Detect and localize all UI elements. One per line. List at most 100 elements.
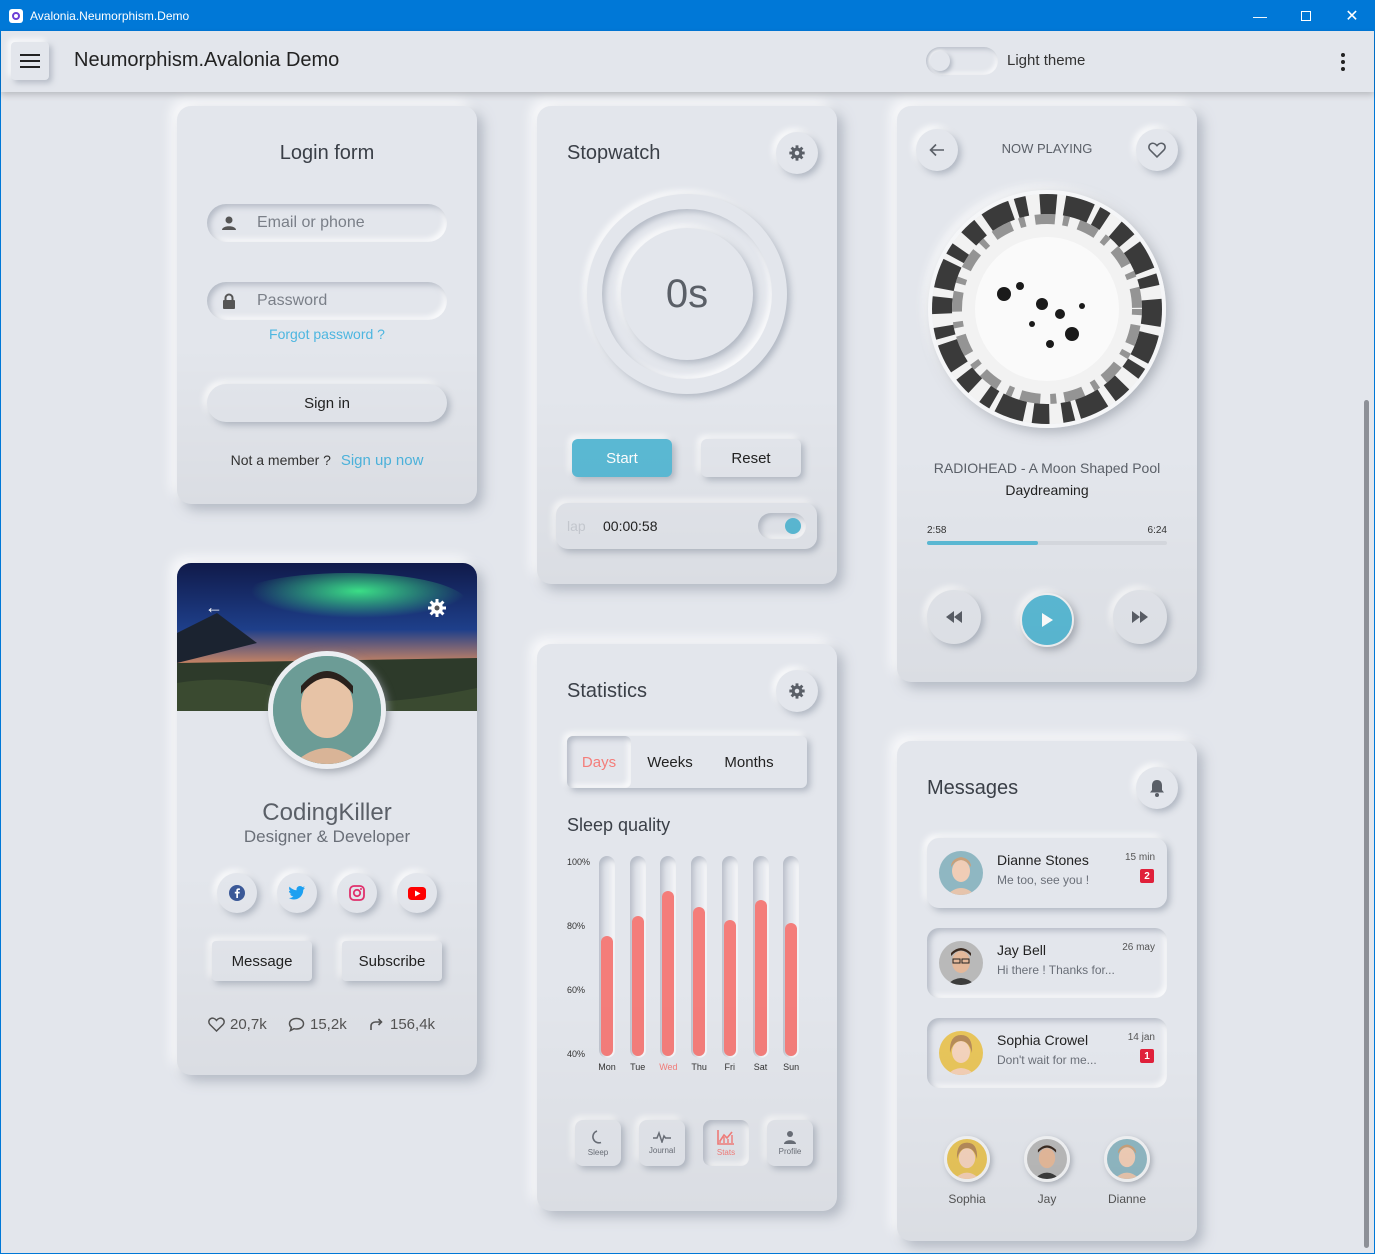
avatar xyxy=(939,941,983,985)
contact-avatar xyxy=(1024,1136,1070,1182)
avatar-photo xyxy=(273,656,381,764)
message-sender: Dianne Stones xyxy=(997,852,1089,868)
app-bar: Neumorphism.Avalonia Demo Light theme xyxy=(1,31,1374,92)
lap-toggle[interactable] xyxy=(758,513,806,539)
x-tick-label: Fri xyxy=(724,1062,736,1072)
close-button[interactable]: ✕ xyxy=(1329,0,1375,31)
bar-thu[interactable] xyxy=(693,906,706,1056)
shares-count: 156,4k xyxy=(390,1016,436,1033)
x-tick-label: Sun xyxy=(783,1062,800,1072)
signup-row: Not a member ? Sign up now xyxy=(177,452,477,469)
instagram-button[interactable] xyxy=(337,873,377,913)
nav-profile[interactable]: Profile xyxy=(767,1120,813,1166)
stopwatch-title: Stopwatch xyxy=(567,142,661,164)
sign-up-link[interactable]: Sign up now xyxy=(341,452,424,469)
stopwatch-settings-button[interactable] xyxy=(776,132,818,174)
theme-label: Light theme xyxy=(1007,52,1086,69)
bar-sat[interactable] xyxy=(754,900,767,1056)
start-button[interactable]: Start xyxy=(572,439,672,477)
login-card: Login form Email or phone Password Forgo… xyxy=(177,106,477,504)
shares-stat: 156,4k xyxy=(368,1016,435,1033)
x-tick-label: Thu xyxy=(691,1062,707,1072)
moon-icon xyxy=(592,1130,602,1144)
login-title: Login form xyxy=(279,142,375,164)
youtube-button[interactable] xyxy=(397,873,437,913)
rewind-button[interactable] xyxy=(927,590,981,644)
play-button[interactable] xyxy=(1020,593,1074,647)
message-button[interactable]: Message xyxy=(212,941,312,981)
nav-stats[interactable]: Stats xyxy=(703,1120,749,1166)
profile-card: ← CodingKiller Designer & Developer Mess… xyxy=(177,563,477,1075)
messages-title: Messages xyxy=(927,777,1019,799)
y-tick-label: 100% xyxy=(567,857,591,867)
maximize-button[interactable] xyxy=(1283,0,1329,31)
nav-sleep-label: Sleep xyxy=(587,1148,609,1157)
fast-forward-button[interactable] xyxy=(1113,590,1167,644)
nav-journal[interactable]: Journal xyxy=(639,1120,685,1166)
app-title: Neumorphism.Avalonia Demo xyxy=(74,49,340,71)
progress-fill xyxy=(927,541,1039,545)
bar-fri[interactable] xyxy=(723,919,736,1056)
hamburger-menu-button[interactable] xyxy=(11,42,49,80)
twitter-icon xyxy=(289,886,305,900)
message-time: 14 jan xyxy=(1127,1032,1155,1043)
app-icon xyxy=(9,8,23,23)
nav-profile-label: Profile xyxy=(778,1147,802,1156)
forgot-password-link[interactable]: Forgot password ? xyxy=(177,326,477,342)
bar-mon[interactable] xyxy=(601,935,613,1056)
notifications-button[interactable] xyxy=(1136,767,1178,809)
message-time: 15 min xyxy=(1124,852,1155,863)
message-item[interactable]: Jay Bell Hi there ! Thanks for... 26 may xyxy=(927,928,1167,998)
track-title: Daydreaming xyxy=(1005,482,1089,498)
password-field[interactable]: Password xyxy=(207,282,447,320)
not-member-text: Not a member ? xyxy=(230,452,331,468)
theme-toggle[interactable] xyxy=(926,47,998,75)
message-sender: Jay Bell xyxy=(997,942,1047,958)
password-placeholder: Password xyxy=(257,292,328,309)
contact-sophia[interactable]: Sophia xyxy=(937,1136,997,1206)
twitter-button[interactable] xyxy=(277,873,317,913)
bell-icon xyxy=(1150,780,1164,797)
scrollbar-thumb[interactable] xyxy=(1364,400,1369,1248)
person-icon xyxy=(784,1131,796,1144)
nav-journal-label: Journal xyxy=(648,1146,676,1155)
pulse-icon xyxy=(653,1131,671,1143)
minimize-button[interactable]: — xyxy=(1237,0,1283,31)
album-cover xyxy=(928,190,1166,428)
favorite-button[interactable] xyxy=(1136,129,1178,171)
message-item[interactable]: Dianne Stones Me too, see you ! 15 min 2 xyxy=(927,838,1167,908)
reset-button[interactable]: Reset xyxy=(701,439,801,477)
bar-wed[interactable] xyxy=(662,890,675,1056)
facebook-button[interactable] xyxy=(217,873,257,913)
bar-sun[interactable] xyxy=(785,922,798,1056)
fast-forward-icon xyxy=(1132,611,1148,623)
bar-tue[interactable] xyxy=(631,916,644,1056)
more-options-icon[interactable] xyxy=(1331,49,1355,75)
avatar xyxy=(268,651,386,769)
comments-count: 15,2k xyxy=(310,1016,347,1033)
back-arrow-icon[interactable]: ← xyxy=(205,597,229,621)
contact-dianne[interactable]: Dianne xyxy=(1097,1136,1157,1206)
email-field[interactable]: Email or phone xyxy=(207,204,447,242)
message-item[interactable]: Sophia Crowel Don't wait for me... 14 ja… xyxy=(927,1018,1167,1088)
x-tick-label: Tue xyxy=(630,1062,646,1072)
album-title: RADIOHEAD - A Moon Shaped Pool xyxy=(933,460,1161,476)
facebook-icon xyxy=(229,885,245,901)
nav-sleep[interactable]: Sleep xyxy=(575,1120,621,1166)
stopwatch-dial: 0s xyxy=(587,194,787,394)
contact-avatar xyxy=(1104,1136,1150,1182)
likes-stat: 20,7k xyxy=(208,1016,267,1033)
email-placeholder: Email or phone xyxy=(257,214,365,231)
comment-icon xyxy=(288,1017,305,1032)
x-tick-label: Mon xyxy=(598,1062,616,1072)
contact-jay[interactable]: Jay xyxy=(1017,1136,1077,1206)
progress-track[interactable] xyxy=(927,541,1167,545)
likes-count: 20,7k xyxy=(230,1016,267,1033)
avatar xyxy=(939,1031,983,1075)
subscribe-button[interactable]: Subscribe xyxy=(342,941,442,981)
lock-icon xyxy=(223,293,235,309)
youtube-icon xyxy=(408,886,426,900)
settings-gear-icon[interactable] xyxy=(427,598,447,618)
sign-in-button[interactable]: Sign in xyxy=(207,384,447,422)
message-sender: Sophia Crowel xyxy=(997,1032,1089,1048)
